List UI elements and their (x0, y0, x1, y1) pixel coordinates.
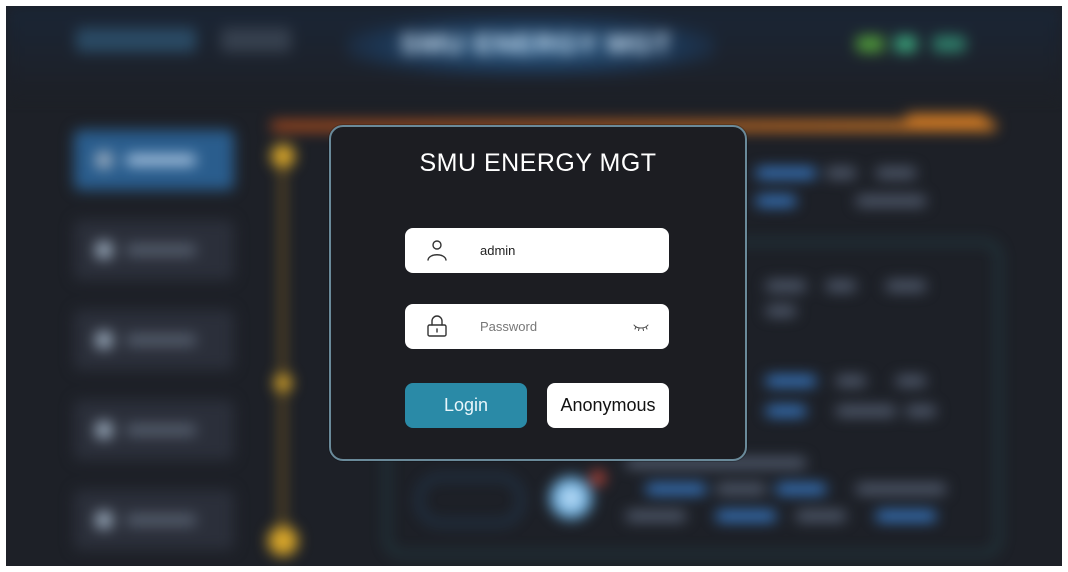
bg-chip (836, 406, 896, 416)
bg-logo (76, 28, 196, 52)
bg-chip (766, 406, 806, 416)
bg-chip (776, 484, 826, 494)
bg-chip (626, 511, 686, 521)
password-field[interactable] (405, 304, 669, 349)
bg-nav-item (74, 130, 234, 190)
bg-globe (546, 476, 596, 520)
username-input[interactable] (480, 228, 630, 273)
bg-title: SMU ENERGY MGT (400, 28, 672, 59)
login-dialog: SMU ENERGY MGT admin Login Anonymous (329, 125, 747, 461)
bg-node (274, 374, 292, 392)
password-input[interactable] (480, 304, 630, 349)
bg-chip (766, 281, 806, 291)
bg-chip (856, 484, 946, 494)
bg-orange-tag (906, 114, 986, 124)
user-icon (425, 238, 449, 262)
bg-nav-item (74, 220, 234, 280)
bg-chip (756, 168, 816, 178)
bg-pill (418, 476, 522, 524)
bg-chip (766, 376, 816, 386)
bg-logo-secondary (221, 28, 291, 52)
bg-chip (886, 281, 926, 291)
username-field[interactable] (405, 228, 669, 273)
eye-closed-icon[interactable] (633, 320, 649, 334)
anonymous-button[interactable]: Anonymous (547, 383, 669, 428)
bg-chip (646, 484, 706, 494)
bg-nav-item (74, 490, 234, 550)
bg-chip (876, 511, 936, 521)
bg-chip (716, 511, 776, 521)
bg-status-indicators (856, 36, 966, 52)
bg-chip (826, 168, 856, 178)
bg-chip (876, 168, 916, 178)
bg-chip (906, 406, 936, 416)
bg-pipe (281, 156, 284, 531)
login-button[interactable]: Login (405, 383, 527, 428)
bg-chip (856, 196, 926, 206)
bg-nav-item (74, 400, 234, 460)
bg-chip (766, 306, 796, 316)
bg-chip (796, 511, 846, 521)
app-frame: SMU ENERGY MGT SMU ENERGY MGT admin Logi… (6, 6, 1062, 566)
bg-chip (716, 484, 766, 494)
bg-alert-dot (591, 471, 605, 485)
bg-chip (896, 376, 926, 386)
bg-chip (826, 281, 856, 291)
bg-chip (836, 376, 866, 386)
dialog-title: SMU ENERGY MGT (419, 149, 657, 177)
bg-node (268, 526, 298, 556)
lock-icon (425, 314, 449, 338)
bg-chip (756, 196, 796, 206)
bg-node (271, 144, 295, 168)
bg-nav-item (74, 310, 234, 370)
